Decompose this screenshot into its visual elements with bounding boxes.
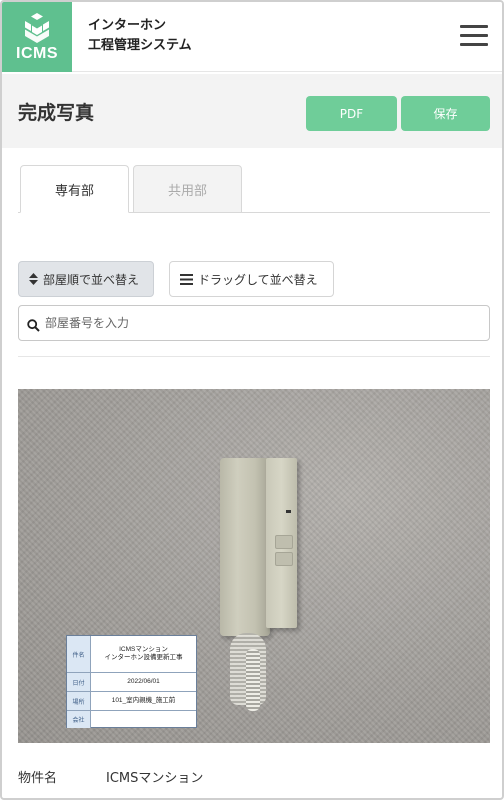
sign-key: 日付: [67, 673, 91, 691]
property-label: 物件名: [18, 771, 58, 786]
app-title: インターホン 工程管理システム: [88, 16, 192, 56]
sign-row-company: 会社: [67, 711, 196, 728]
sign-row-date: 日付 2022/06/01: [67, 673, 196, 692]
sort-by-room-button[interactable]: 部屋順で並べ替え: [18, 261, 154, 297]
app-logo[interactable]: ICMS: [2, 2, 72, 72]
sign-value: 101_室内親機_施工前: [111, 697, 176, 704]
hamburger-icon-bar: [460, 43, 488, 46]
page-title-bar: 完成写真 PDF 保存: [2, 74, 502, 148]
hamburger-menu-button[interactable]: [460, 25, 488, 47]
drag-sort-button[interactable]: ドラッグして並べ替え: [169, 261, 334, 297]
room-search-input[interactable]: [45, 306, 485, 340]
hamburger-icon: [460, 25, 488, 28]
app-title-line2: 工程管理システム: [88, 38, 192, 53]
intercom-indicator: [286, 510, 291, 513]
page-title: 完成写真: [18, 102, 95, 124]
intercom-handset: [220, 458, 270, 636]
sign-value: 2022/06/01: [127, 678, 160, 685]
sign-key: 会社: [67, 711, 91, 728]
app-header: ICMS インターホン 工程管理システム: [2, 2, 502, 72]
search-icon: [27, 317, 40, 336]
sort-icon: [29, 273, 38, 285]
pdf-button[interactable]: PDF: [306, 96, 397, 131]
sign-key: 場所: [67, 692, 91, 710]
save-button[interactable]: 保存: [401, 96, 490, 131]
tab-bar: 専有部 共用部: [18, 165, 490, 213]
tab-common-area[interactable]: 共用部: [133, 165, 242, 213]
completion-photo[interactable]: 件名 ICMSマンション インターホン設備更新工事 日付 2022/06/01 …: [18, 389, 490, 743]
sign-value-line: インターホン設備更新工事: [104, 654, 183, 661]
sign-value: ICMSマンション インターホン設備更新工事: [91, 636, 196, 672]
sign-value-line: ICMSマンション: [119, 646, 168, 653]
sign-row-place: 場所 101_室内親機_施工前: [67, 692, 196, 711]
sign-key: 件名: [67, 636, 91, 672]
logo-cube-icon: [25, 13, 49, 43]
intercom-cord: [246, 649, 260, 711]
sign-value: [91, 711, 196, 728]
intercom-button: [275, 535, 293, 549]
sort-by-room-label: 部屋順で並べ替え: [43, 272, 140, 287]
drag-handle-icon: [180, 273, 193, 285]
room-search-box: [18, 305, 490, 341]
logo-text: ICMS: [16, 45, 58, 62]
drag-sort-label: ドラッグして並べ替え: [198, 272, 318, 287]
intercom-button: [275, 552, 293, 566]
app-title-line1: インターホン: [88, 18, 167, 33]
app-frame: ICMS インターホン 工程管理システム 完成写真 PDF 保存 専有部 共用部…: [0, 0, 504, 800]
sign-row-name: 件名 ICMSマンション インターホン設備更新工事: [67, 636, 196, 673]
tab-private-area[interactable]: 専有部: [20, 165, 129, 213]
construction-sign-board: 件名 ICMSマンション インターホン設備更新工事 日付 2022/06/01 …: [66, 635, 197, 728]
divider: [18, 356, 490, 357]
property-value: ICMSマンション: [106, 771, 204, 786]
hamburger-icon-bar: [460, 34, 488, 37]
